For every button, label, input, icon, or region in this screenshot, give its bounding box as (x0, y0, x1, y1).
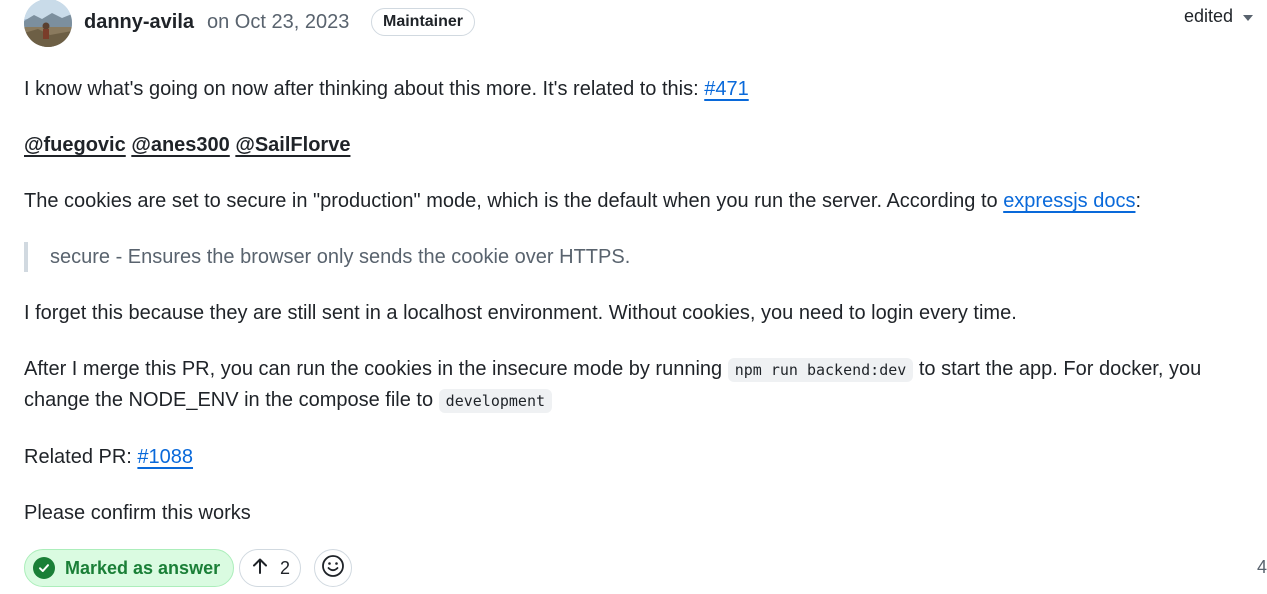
quote-text: secure - Ensures the browser only sends … (50, 246, 631, 268)
paragraph-text: I forget this because they are still sen… (24, 302, 1017, 324)
comment-footer: Marked as answer 2 4 (24, 549, 1267, 587)
pr-link[interactable]: #1088 (137, 446, 193, 468)
paragraph-text: The cookies are set to secure in "produc… (24, 190, 1004, 212)
upvote-button[interactable]: 2 (239, 549, 302, 587)
paragraph: Related PR: #1088 (24, 442, 1264, 472)
mentions-paragraph: @fuegovic @anes300 @SailFlorve (24, 130, 1264, 160)
blockquote: secure - Ensures the browser only sends … (24, 242, 1264, 272)
avatar[interactable] (24, 0, 72, 47)
docs-link[interactable]: expressjs docs (1003, 190, 1135, 212)
author-name[interactable]: danny-avila (84, 11, 194, 34)
role-badge: Maintainer (371, 8, 476, 36)
inline-code: development (438, 389, 553, 413)
replies-count: 4 (1256, 557, 1267, 577)
marked-as-answer-badge: Marked as answer (24, 549, 235, 587)
edited-dropdown[interactable]: edited (1184, 6, 1253, 27)
issue-link[interactable]: #471 (704, 78, 749, 100)
discussion-comment: danny-avila on Oct 23, 2023 Maintainer e… (0, 0, 1267, 594)
add-reaction-button[interactable] (314, 549, 352, 587)
user-mention[interactable]: @SailFlorve (235, 134, 350, 156)
edited-label: edited (1183, 6, 1233, 26)
comment-body: I know what's going on now after thinkin… (24, 74, 1264, 554)
paragraph-text: After I merge this PR, you can run the c… (24, 358, 728, 380)
check-circle-icon (33, 557, 55, 579)
avatar-image (24, 0, 72, 47)
paragraph: After I merge this PR, you can run the c… (24, 354, 1264, 416)
paragraph: I forget this because they are still sen… (24, 298, 1264, 328)
user-mention[interactable]: @fuegovic (24, 134, 126, 156)
paragraph-text: Related PR: (24, 446, 138, 468)
paragraph-text: Please confirm this works (24, 502, 251, 524)
paragraph-text: I know what's going on now after thinkin… (24, 78, 705, 100)
arrow-up-icon (250, 556, 270, 581)
paragraph: I know what's going on now after thinkin… (24, 74, 1264, 104)
comment-header: danny-avila on Oct 23, 2023 Maintainer e… (24, 0, 1264, 47)
upvote-count: 2 (280, 557, 291, 578)
smiley-icon (321, 554, 345, 583)
paragraph-text: : (1135, 190, 1142, 212)
inline-code: npm run backend:dev (727, 358, 914, 382)
user-mention[interactable]: @anes300 (131, 134, 229, 156)
chevron-down-icon (1243, 14, 1253, 21)
paragraph: The cookies are set to secure in "produc… (24, 186, 1264, 216)
answer-label: Marked as answer (65, 557, 221, 578)
paragraph: Please confirm this works (24, 498, 1264, 528)
comment-date[interactable]: on Oct 23, 2023 (207, 11, 349, 34)
